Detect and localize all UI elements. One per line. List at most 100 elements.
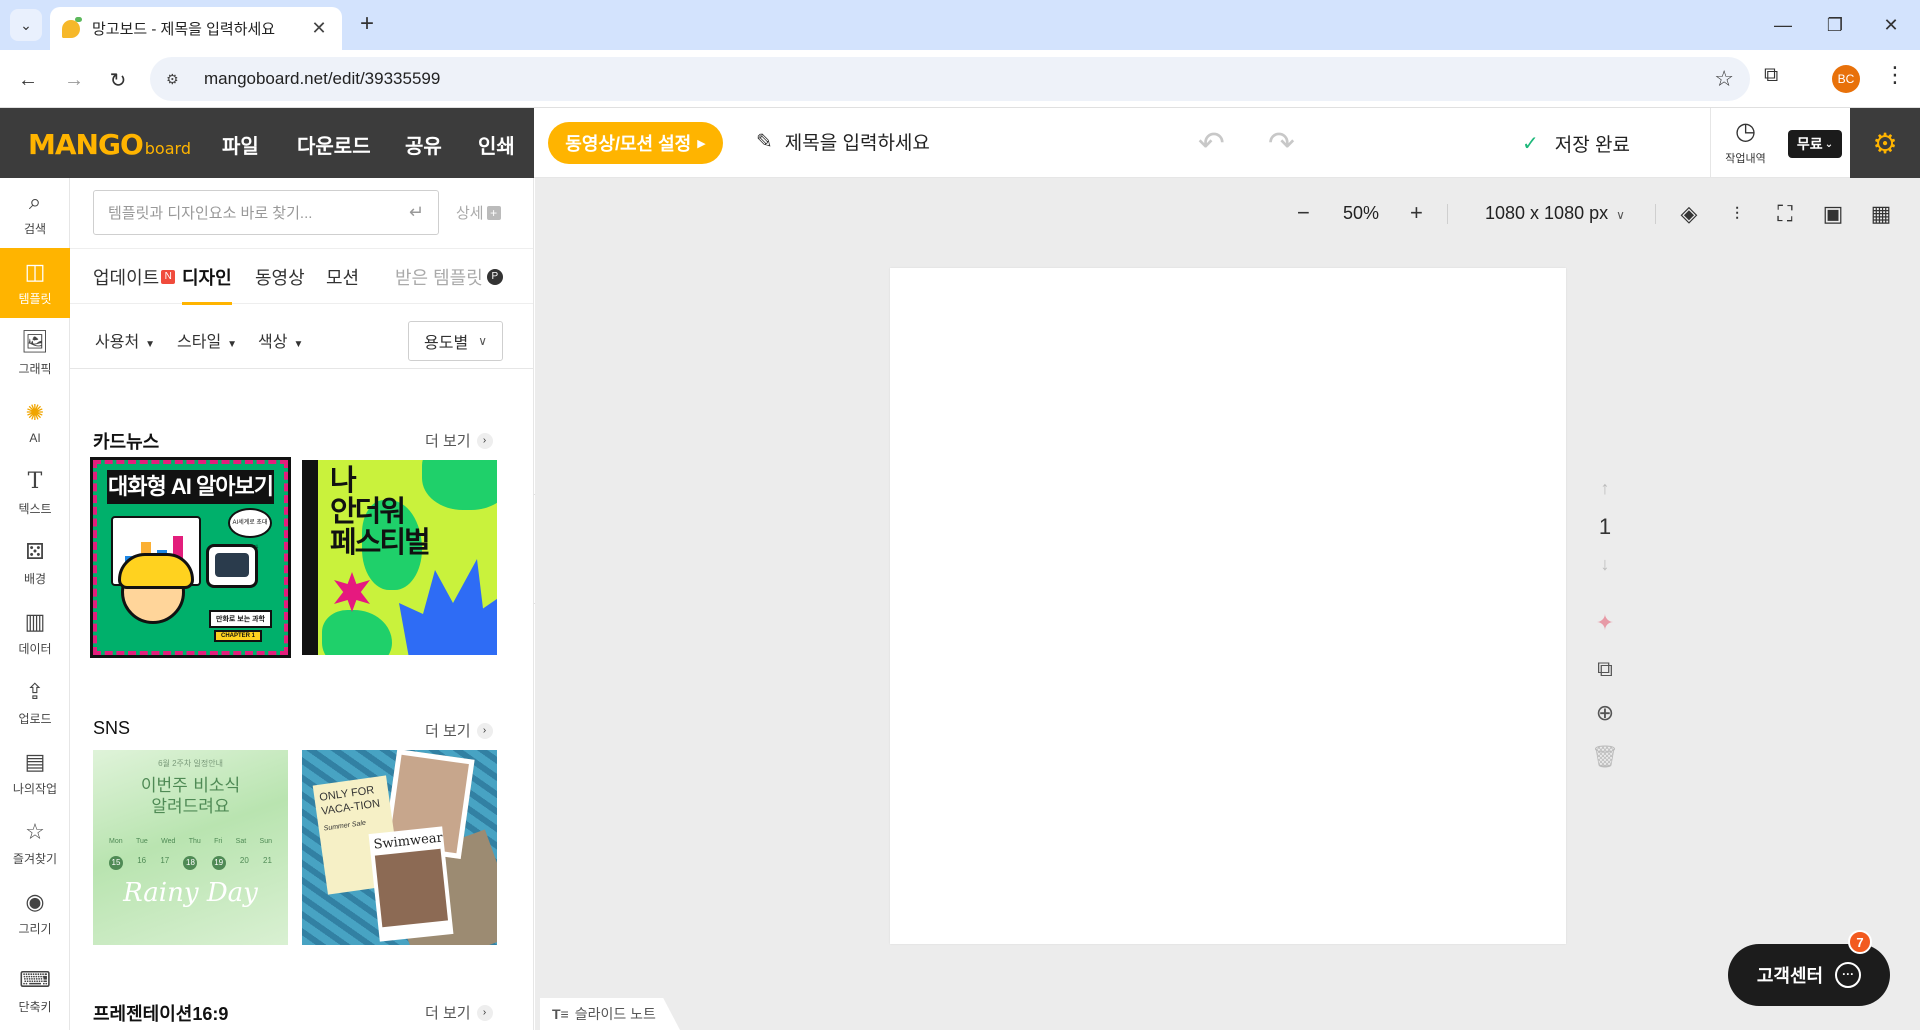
- detail-search-button[interactable]: 상세 +: [456, 202, 501, 223]
- rail-item-upload[interactable]: ⇪ 업로드: [0, 668, 70, 738]
- menu-download[interactable]: 다운로드: [297, 130, 371, 159]
- tab-motion[interactable]: 모션: [326, 249, 359, 305]
- rail-item-ai[interactable]: ✺ AI: [0, 388, 70, 458]
- resize-icon[interactable]: ▣: [1815, 196, 1851, 232]
- menu-print[interactable]: 인쇄: [478, 130, 515, 159]
- browser-tab[interactable]: 망고보드 - 제목을 입력하세요 ✕: [50, 7, 342, 50]
- rail-item-text[interactable]: T 텍스트: [0, 458, 70, 528]
- plan-label: 무료: [1796, 136, 1823, 152]
- page-down-icon[interactable]: ↓: [1590, 554, 1620, 575]
- motion-settings-button[interactable]: 동영상/모션 설정 ▶: [548, 122, 723, 164]
- customer-center-button[interactable]: 고객센터 ···: [1728, 944, 1890, 1006]
- artboard[interactable]: [890, 268, 1566, 944]
- rail-item-template[interactable]: ◫ 템플릿: [0, 248, 70, 318]
- filter-color[interactable]: 색상 ▼: [258, 328, 303, 352]
- divider: [1447, 204, 1448, 224]
- duplicate-page-icon[interactable]: ⧉: [1590, 656, 1620, 686]
- minimize-button[interactable]: —: [1754, 0, 1812, 50]
- rail-label: 배경: [23, 571, 47, 586]
- rail-item-shortcuts[interactable]: ⌨ 단축키: [0, 956, 70, 1026]
- settings-button[interactable]: ⚙: [1850, 108, 1920, 178]
- crop-frame-icon[interactable]: ⛶: [1767, 196, 1803, 232]
- history-button[interactable]: ◷ 작업내역: [1710, 108, 1780, 178]
- url-text[interactable]: mangoboard.net/edit/39335599: [204, 69, 1714, 89]
- tab-received-templates[interactable]: 받은 템플릿 P: [395, 249, 503, 305]
- rail-item-background[interactable]: ⚄ 배경: [0, 528, 70, 598]
- tab-search-dropdown[interactable]: ⌄: [10, 9, 42, 41]
- redo-icon[interactable]: ↷: [1268, 124, 1295, 162]
- rail-item-favorites[interactable]: ☆ 즐겨찾기: [0, 808, 70, 878]
- omnibox[interactable]: ⚙ mangoboard.net/edit/39335599 ☆: [150, 57, 1750, 101]
- more-button-presentation[interactable]: 더 보기 ›: [425, 1002, 493, 1023]
- align-icon[interactable]: ⫶: [1719, 196, 1755, 232]
- more-button-sns[interactable]: 더 보기 ›: [425, 720, 493, 741]
- page-up-icon[interactable]: ↑: [1590, 478, 1620, 499]
- star-icon: ☆: [25, 818, 45, 844]
- menu-share[interactable]: 공유: [405, 130, 442, 159]
- divider: [1655, 204, 1656, 224]
- save-status: ✓ 저장 완료: [1522, 130, 1630, 157]
- thumb-line: 알려드려요: [151, 797, 230, 817]
- zoom-level[interactable]: 50%: [1343, 203, 1379, 224]
- tab-close-icon[interactable]: ✕: [308, 18, 330, 39]
- extensions-icon[interactable]: ⧉: [1764, 64, 1778, 87]
- rail-label: 템플릿: [18, 291, 52, 306]
- new-tab-button[interactable]: +: [352, 10, 382, 40]
- tab-video[interactable]: 동영상: [255, 249, 305, 305]
- profile-avatar[interactable]: BC: [1832, 65, 1860, 93]
- tab-label: 동영상: [255, 268, 305, 288]
- plan-dropdown-button[interactable]: 무료 ⌄: [1788, 130, 1842, 158]
- rail-item-graphic[interactable]: 🖼 그래픽: [0, 318, 70, 388]
- left-rail: ⌕ 검색 ◫ 템플릿 🖼 그래픽 ✺ AI T 텍스트 ⚄ 배경 ▥ 데이터 ⇪ 업로드 ▤ 나의…: [0, 178, 70, 1030]
- filter-style[interactable]: 스타일 ▼: [177, 328, 237, 352]
- delete-page-icon[interactable]: 🗑: [1590, 744, 1620, 774]
- rail-item-search[interactable]: ⌕ 검색: [0, 178, 70, 248]
- grid-view-icon[interactable]: ▦: [1863, 196, 1899, 232]
- slide-notes-tab[interactable]: T≡ 슬라이드 노트: [540, 998, 680, 1030]
- purpose-select[interactable]: 용도별 ∨: [408, 321, 503, 361]
- section-title-presentation: 프레젠테이션16:9: [93, 1004, 229, 1024]
- document-title[interactable]: ✎ 제목을 입력하세요: [756, 128, 930, 155]
- back-button[interactable]: ←: [12, 64, 44, 96]
- address-bar-area: ← → ↻ ⚙ mangoboard.net/edit/39335599 ☆: [0, 50, 1920, 108]
- restore-button[interactable]: ❐: [1806, 0, 1864, 50]
- filter-usage-place[interactable]: 사용처 ▼: [95, 328, 155, 352]
- layers-icon[interactable]: ◈: [1671, 196, 1707, 232]
- enter-icon[interactable]: ↵: [409, 202, 424, 223]
- rail-label: 나의작업: [12, 781, 58, 796]
- template-thumb-festival[interactable]: 나 안더워 페스티벌: [302, 460, 497, 655]
- logo-sub-text: board: [144, 139, 191, 158]
- color-picker-icon[interactable]: ✦: [1590, 610, 1620, 640]
- rail-label: 텍스트: [18, 501, 52, 516]
- filter-label: 사용처: [95, 334, 140, 351]
- reload-button[interactable]: ↻: [102, 64, 134, 96]
- close-window-button[interactable]: ✕: [1862, 0, 1920, 50]
- template-thumb-ai[interactable]: 대화형 AI 알아보기 AI세계로 초대합니다 만화로 보는 과학 CHAPTE…: [90, 457, 291, 658]
- add-page-icon[interactable]: ⊕: [1590, 700, 1620, 730]
- zoom-in-button[interactable]: +: [1410, 200, 1423, 226]
- more-label: 더 보기: [425, 723, 471, 740]
- template-thumb-rainy-day[interactable]: 6월 2주차 일정안내 이번주 비소식 알려드려요 Mon Tue Wed Thu Fri…: [93, 750, 288, 945]
- canvas-size-select[interactable]: 1080 x 1080 px ∨: [1485, 203, 1625, 224]
- template-search-input[interactable]: 템플릿과 디자인요소 바로 찾기... ↵: [93, 190, 439, 235]
- undo-icon[interactable]: ↶: [1198, 124, 1225, 162]
- bookmark-star-icon[interactable]: ☆: [1714, 66, 1734, 92]
- date: 18: [183, 856, 198, 870]
- menu-file[interactable]: 파일: [222, 130, 259, 159]
- tab-update[interactable]: 업데이트 N: [93, 249, 176, 305]
- mangoboard-logo[interactable]: MANGO board: [28, 128, 191, 161]
- tab-design[interactable]: 디자인: [182, 249, 232, 305]
- notification-badge: 7: [1848, 930, 1872, 954]
- rail-item-data[interactable]: ▥ 데이터: [0, 598, 70, 668]
- rail-item-draw[interactable]: ◉ 그리기: [0, 878, 70, 948]
- template-thumb-swimwear[interactable]: ONLY FOR VACA-TION Summer Sale Swimwear: [302, 750, 497, 945]
- chevron-right-icon: ›: [476, 1004, 493, 1021]
- chevron-down-icon: ⌄: [20, 16, 32, 33]
- site-settings-icon[interactable]: ⚙: [166, 71, 188, 88]
- rail-item-my-work[interactable]: ▤ 나의작업: [0, 738, 70, 808]
- forward-button[interactable]: →: [58, 64, 90, 96]
- zoom-out-button[interactable]: −: [1297, 200, 1310, 226]
- more-button-cardnews[interactable]: 더 보기 ›: [425, 430, 493, 451]
- thumb-title: 나 안더워 페스티벌: [330, 466, 431, 559]
- browser-menu-icon[interactable]: ⋮: [1884, 62, 1906, 88]
